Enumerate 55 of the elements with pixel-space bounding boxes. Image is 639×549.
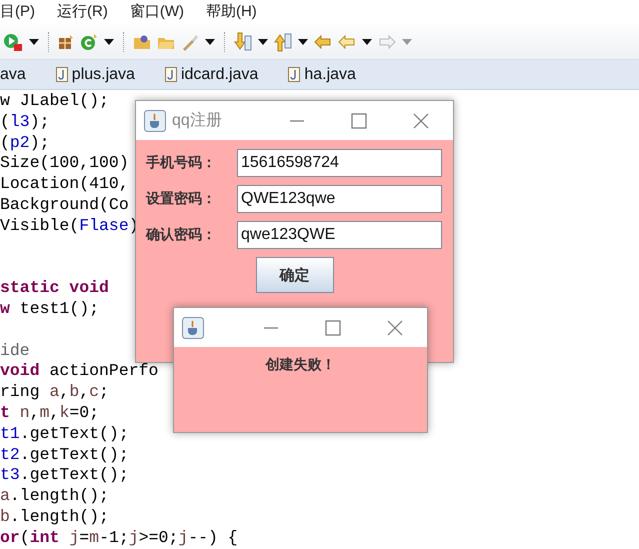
code-line: t n,m,k=0; — [0, 402, 100, 422]
menu-item[interactable]: 窗口(W) — [130, 0, 184, 24]
java-file-icon — [56, 67, 68, 82]
error-message: 创建失败！ — [266, 356, 336, 375]
dropdown-caret-icon[interactable] — [205, 38, 215, 44]
field-label: 手机号码： — [146, 154, 217, 172]
code-line: Background(Co — [0, 194, 129, 214]
java-cup-icon — [182, 316, 204, 338]
java-cup-icon — [144, 110, 166, 132]
code-line: a.length(); — [0, 486, 109, 506]
input-field[interactable]: 15616598724 — [237, 149, 442, 177]
confirm-button[interactable]: 确定 — [256, 257, 334, 293]
class-icon[interactable] — [80, 32, 98, 50]
code-line: Size(100,100) — [0, 153, 129, 172]
dropdown-caret-icon[interactable] — [29, 38, 39, 44]
menu-item[interactable]: 运行(R) — [57, 0, 108, 24]
package-icon[interactable] — [58, 34, 74, 50]
code-line: t2.getText(); — [0, 444, 129, 464]
dropdown-caret-icon[interactable] — [298, 38, 308, 44]
code-line: or(int j=m-1;j>=0;j--) { — [0, 528, 238, 547]
window-title: qq注册 — [172, 110, 222, 130]
input-field[interactable]: QWE123qwe — [237, 185, 442, 213]
run-icon[interactable] — [3, 32, 23, 52]
up-arrow-icon[interactable] — [274, 32, 292, 52]
back-arrow-icon[interactable] — [314, 34, 332, 50]
field-label: 确认密码： — [146, 226, 217, 244]
editor-tab[interactable]: idcard.java — [152, 62, 276, 86]
menu-item[interactable]: 目(P) — [0, 0, 35, 24]
editor-tab[interactable]: plus.java — [44, 62, 153, 86]
input-field[interactable]: qwe123QWE — [237, 221, 442, 249]
code-line: (p2); — [0, 132, 50, 152]
back-arrow-icon[interactable] — [338, 34, 356, 50]
editor-tab[interactable]: ha.java — [276, 62, 374, 86]
code-line: t1.getText(); — [0, 424, 129, 443]
folder-icon[interactable] — [133, 34, 151, 50]
java-file-icon — [288, 67, 300, 82]
editor-tab[interactable]: ava — [0, 62, 44, 86]
code-line: (l3); — [0, 112, 50, 131]
code-line: void actionPerfo — [0, 361, 158, 380]
code-line: static void — [0, 278, 109, 298]
dropdown-caret-icon[interactable] — [104, 38, 114, 44]
code-line: ring a,b,c; — [0, 382, 109, 402]
dropdown-caret-icon[interactable] — [362, 38, 372, 44]
java-file-icon — [164, 67, 177, 82]
code-line: w JLabel(); — [0, 91, 109, 110]
code-line: Location(410, — [0, 174, 129, 194]
down-arrow-icon[interactable] — [234, 32, 252, 52]
dropdown-caret-icon[interactable] — [258, 38, 268, 44]
code-line: ide — [0, 340, 30, 360]
brush-icon[interactable] — [181, 32, 199, 50]
menu-item[interactable]: 帮助(H) — [206, 0, 257, 24]
field-label: 设置密码： — [146, 190, 217, 208]
code-line: t3.getText(); — [0, 465, 129, 484]
code-line: w test1(); — [0, 298, 100, 318]
code-line: b.length(); — [0, 506, 109, 526]
